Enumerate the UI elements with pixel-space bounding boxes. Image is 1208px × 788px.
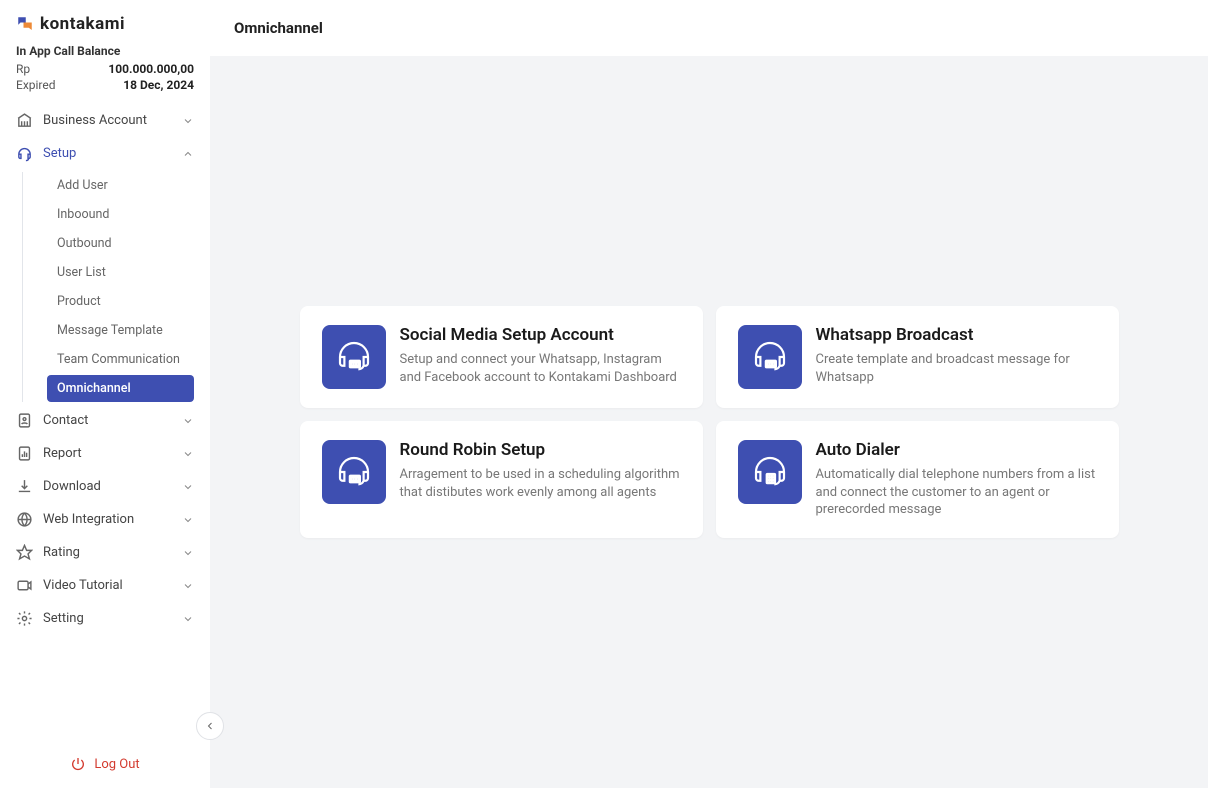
headset-chat-icon xyxy=(738,325,802,389)
balance-panel: In App Call Balance Rp 100.000.000,00 Ex… xyxy=(0,44,210,104)
card-title: Whatsapp Broadcast xyxy=(816,325,1097,345)
chevron-down-icon xyxy=(182,481,194,493)
balance-title: In App Call Balance xyxy=(16,44,194,58)
video-icon xyxy=(16,577,33,594)
balance-currency-label: Rp xyxy=(16,62,30,76)
cards-grid: Social Media Setup Account Setup and con… xyxy=(300,306,1119,538)
globe-icon xyxy=(16,511,33,528)
nav-label: Download xyxy=(43,479,101,494)
card-body: Whatsapp Broadcast Create template and b… xyxy=(816,325,1097,386)
nav-label: Contact xyxy=(43,413,88,428)
sidebar-collapse-button[interactable] xyxy=(196,712,224,740)
nav-video-tutorial[interactable]: Video Tutorial xyxy=(8,569,202,602)
report-icon xyxy=(16,445,33,462)
card-description: Automatically dial telephone numbers fro… xyxy=(816,466,1097,519)
balance-row-expiry: Expired 18 Dec, 2024 xyxy=(16,78,194,92)
balance-row-amount: Rp 100.000.000,00 xyxy=(16,62,194,76)
power-icon xyxy=(70,756,86,772)
nav-label: Setting xyxy=(43,611,84,626)
card-body: Auto Dialer Automatically dial telephone… xyxy=(816,440,1097,519)
nav-report[interactable]: Report xyxy=(8,437,202,470)
card-description: Create template and broadcast message fo… xyxy=(816,351,1097,386)
topbar: Omnichannel xyxy=(210,0,1208,56)
balance-expired-label: Expired xyxy=(16,78,56,92)
card-title: Auto Dialer xyxy=(816,440,1097,460)
nav-label: Video Tutorial xyxy=(43,578,123,593)
nav-setting[interactable]: Setting xyxy=(8,602,202,635)
chevron-up-icon xyxy=(182,148,194,160)
nav-setup-children: Add User Inboound Outbound User List Pro… xyxy=(22,172,202,402)
balance-expired-date: 18 Dec, 2024 xyxy=(123,78,194,92)
card-body: Social Media Setup Account Setup and con… xyxy=(400,325,681,386)
card-social-media-setup[interactable]: Social Media Setup Account Setup and con… xyxy=(300,306,703,408)
subnav-team-communication[interactable]: Team Communication xyxy=(47,346,194,373)
nav-label: Business Account xyxy=(43,113,147,128)
subnav-add-user[interactable]: Add User xyxy=(47,172,194,199)
chevron-left-icon xyxy=(204,720,216,732)
headset-dialer-icon xyxy=(738,440,802,504)
card-title: Social Media Setup Account xyxy=(400,325,681,345)
chevron-down-icon xyxy=(182,580,194,592)
subnav-product[interactable]: Product xyxy=(47,288,194,315)
logout-button[interactable]: Log Out xyxy=(0,740,210,788)
card-title: Round Robin Setup xyxy=(400,440,681,460)
subnav-user-list[interactable]: User List xyxy=(47,259,194,286)
card-description: Arragement to be used in a scheduling al… xyxy=(400,466,681,501)
main-area: Omnichannel Social Media Setup Account S… xyxy=(210,0,1208,788)
nav-label: Rating xyxy=(43,545,80,560)
subnav-inbound[interactable]: Inboound xyxy=(47,201,194,228)
subnav-message-template[interactable]: Message Template xyxy=(47,317,194,344)
brand-logo[interactable]: kontakami xyxy=(16,14,194,34)
chevron-down-icon xyxy=(182,415,194,427)
headset-chat-icon xyxy=(322,325,386,389)
card-auto-dialer[interactable]: Auto Dialer Automatically dial telephone… xyxy=(716,421,1119,538)
balance-amount: 100.000.000,00 xyxy=(108,62,194,76)
subnav-outbound[interactable]: Outbound xyxy=(47,230,194,257)
nav-contact[interactable]: Contact xyxy=(8,404,202,437)
sidebar: kontakami In App Call Balance Rp 100.000… xyxy=(0,0,210,788)
download-icon xyxy=(16,478,33,495)
nav-web-integration[interactable]: Web Integration xyxy=(8,503,202,536)
nav-rating[interactable]: Rating xyxy=(8,536,202,569)
contact-icon xyxy=(16,412,33,429)
headset-chat-icon xyxy=(322,440,386,504)
card-whatsapp-broadcast[interactable]: Whatsapp Broadcast Create template and b… xyxy=(716,306,1119,408)
chevron-down-icon xyxy=(182,448,194,460)
card-body: Round Robin Setup Arragement to be used … xyxy=(400,440,681,501)
headset-icon xyxy=(16,145,33,162)
nav-setup[interactable]: Setup xyxy=(8,137,202,170)
content-area: Social Media Setup Account Setup and con… xyxy=(210,56,1208,788)
star-icon xyxy=(16,544,33,561)
subnav-omnichannel[interactable]: Omnichannel xyxy=(47,375,194,402)
gear-icon xyxy=(16,610,33,627)
page-title: Omnichannel xyxy=(234,19,323,37)
chevron-down-icon xyxy=(182,514,194,526)
logo-icon xyxy=(16,15,34,33)
chevron-down-icon xyxy=(182,547,194,559)
nav-label: Report xyxy=(43,446,82,461)
brand-text: kontakami xyxy=(40,14,125,34)
logout-label: Log Out xyxy=(94,757,139,772)
card-round-robin-setup[interactable]: Round Robin Setup Arragement to be used … xyxy=(300,421,703,538)
nav-business-account[interactable]: Business Account xyxy=(8,104,202,137)
sidebar-nav: Business Account Setup Add User Inboound… xyxy=(0,104,210,740)
logo-block: kontakami xyxy=(0,0,210,44)
chevron-down-icon xyxy=(182,613,194,625)
bank-icon xyxy=(16,112,33,129)
nav-label: Setup xyxy=(43,146,76,161)
chevron-down-icon xyxy=(182,115,194,127)
nav-download[interactable]: Download xyxy=(8,470,202,503)
nav-label: Web Integration xyxy=(43,512,134,527)
card-description: Setup and connect your Whatsapp, Instagr… xyxy=(400,351,681,386)
